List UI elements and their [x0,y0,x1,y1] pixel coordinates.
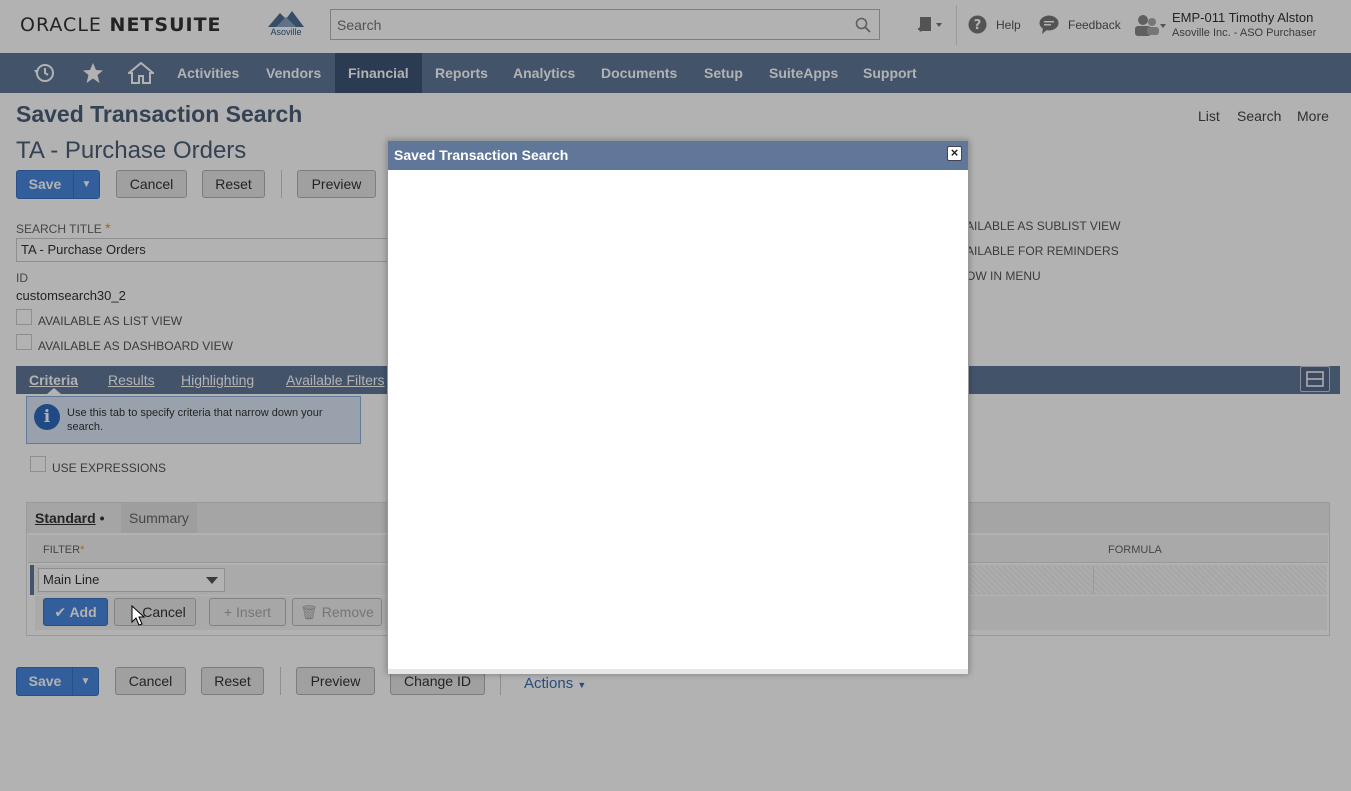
dialog-title: Saved Transaction Search [394,147,569,163]
saved-search-dialog: Saved Transaction Search × [387,140,969,674]
dialog-header: Saved Transaction Search × [388,141,968,170]
close-icon[interactable]: × [947,146,962,161]
dialog-footer [388,669,968,674]
mouse-cursor-icon [131,605,145,626]
